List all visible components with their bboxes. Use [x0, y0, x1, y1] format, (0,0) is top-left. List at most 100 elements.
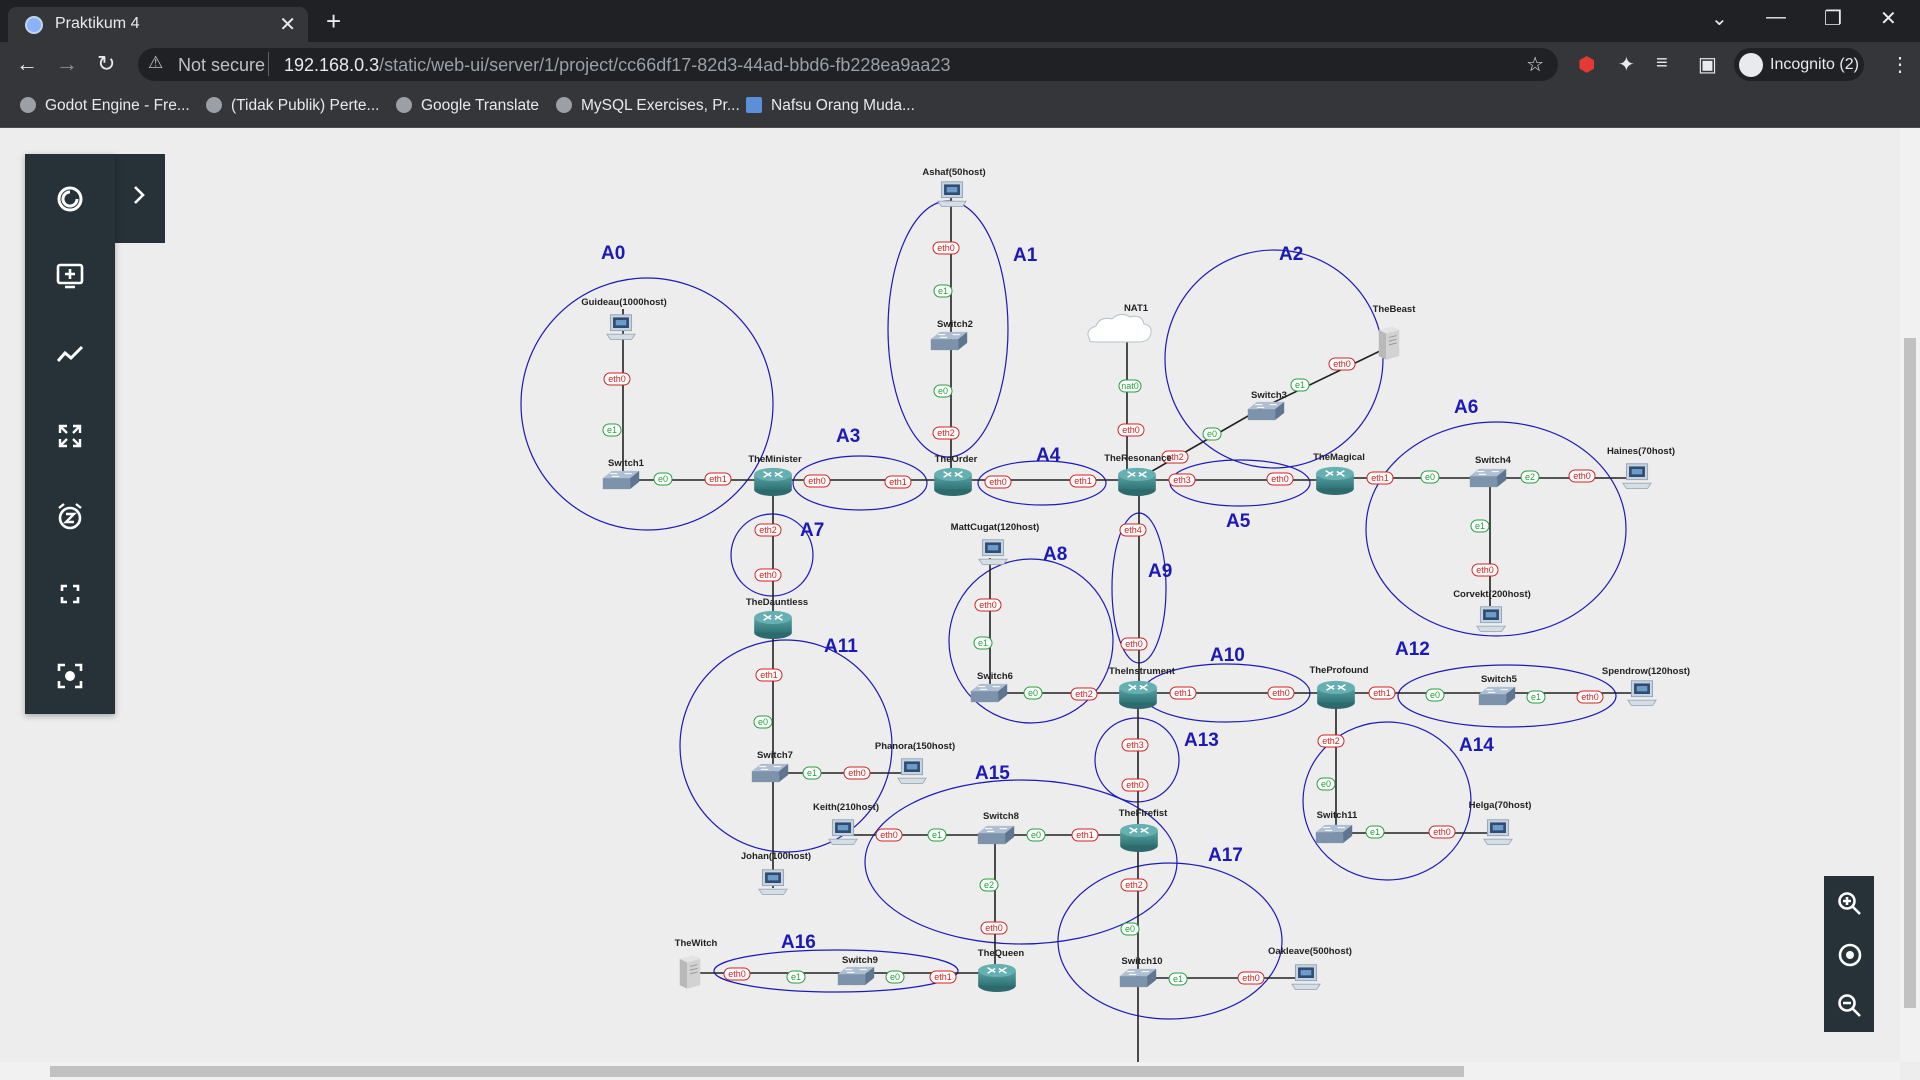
switch-node-switch9[interactable]: Switch9 [837, 955, 878, 986]
adblock-extension-icon[interactable]: ⬢ [1578, 52, 1595, 77]
screenshot-icon[interactable] [25, 646, 115, 706]
security-label[interactable]: Not secure [178, 55, 265, 76]
profile-label: Incognito (2) [1770, 56, 1859, 73]
pc-node-oakleave[interactable]: Oakleave(500host) [1268, 946, 1352, 990]
svg-text:eth1: eth1 [889, 477, 907, 487]
router-node-themagical[interactable]: TheMagical [1313, 452, 1365, 496]
svg-text:MattCugat(120host): MattCugat(120host) [951, 522, 1040, 533]
svg-text:eth1: eth1 [1373, 688, 1391, 698]
svg-text:Switch9: Switch9 [842, 955, 878, 966]
topology-canvas[interactable]: A0 A1 A2 A3 A4 A5 A6 A7 A8 A9 A10 A11 A1… [0, 128, 1900, 1062]
router-node-thequeen[interactable]: TheQueen [977, 948, 1025, 993]
area-label: A5 [1226, 511, 1251, 532]
switch-node-switch7[interactable]: Switch7 [751, 750, 793, 783]
bookmark-item[interactable]: (Tidak Publik) Perte... [206, 97, 379, 115]
router-node-theinstrument[interactable]: TheInstrument [1109, 666, 1176, 710]
svg-text:TheResonance: TheResonance [1104, 453, 1172, 464]
bookmark-item[interactable]: Google Translate [396, 97, 539, 115]
router-node-thedauntless[interactable]: TheDauntless [746, 597, 808, 640]
pc-node-helga[interactable]: Helga(70host) [1469, 800, 1532, 845]
bookmark-item[interactable]: Godot Engine - Fre... [20, 97, 190, 115]
new-tab-button[interactable]: + [326, 6, 341, 37]
svg-text:e0: e0 [1430, 690, 1440, 700]
horizontal-scrollbar[interactable] [0, 1062, 1900, 1080]
svg-text:eth2: eth2 [1125, 880, 1143, 890]
browser-menu-icon[interactable]: ⋮ [1890, 52, 1910, 77]
close-window-icon[interactable]: ✕ [1880, 6, 1897, 31]
svg-text:eth1: eth1 [760, 670, 778, 680]
zoom-in-icon[interactable] [1824, 880, 1874, 926]
side-panel-icon[interactable]: ▣ [1698, 52, 1717, 77]
switch-node-switch5[interactable]: Switch5 [1478, 674, 1518, 706]
svg-text:e1: e1 [607, 425, 617, 435]
restore-window-icon[interactable]: ❐ [1824, 6, 1842, 31]
server-node-thebeast[interactable]: TheBeast [1373, 304, 1417, 361]
switch-node-switch11[interactable]: Switch11 [1315, 810, 1358, 844]
forward-icon[interactable]: → [56, 51, 78, 77]
server-node-thewitch[interactable]: TheWitch [675, 938, 718, 990]
switch-node-switch8[interactable]: Switch8 [977, 811, 1019, 845]
pc-node-mattcugat[interactable]: MattCugat(120host) [951, 522, 1040, 565]
svg-text:eth1: eth1 [1074, 476, 1092, 486]
zoom-out-icon[interactable] [1824, 982, 1874, 1028]
pc-node-keith[interactable]: Keith(210host) [813, 802, 879, 845]
reset-zoom-icon[interactable] [1824, 931, 1874, 977]
switch-node-switch2[interactable]: Switch2 [930, 319, 973, 351]
router-node-theresonance[interactable]: TheResonance [1104, 453, 1172, 497]
pc-node-corvekt[interactable]: Corvekt(200host) [1453, 589, 1531, 632]
svg-text:TheInstrument: TheInstrument [1109, 666, 1176, 677]
switch-node-switch10[interactable]: Switch10 [1119, 956, 1163, 988]
pc-node-johan[interactable]: Johan(100host) [741, 851, 811, 895]
switch-node-switch4[interactable]: Switch4 [1469, 455, 1512, 488]
add-node-icon[interactable] [25, 246, 115, 306]
address-bar[interactable]: ⚠ Not secure 192.168.0.3/static/web-ui/s… [138, 48, 1558, 81]
incognito-profile-button[interactable]: Incognito (2) [1734, 48, 1864, 81]
reload-icon[interactable]: ↻ [97, 51, 115, 77]
switch-node-switch6[interactable]: Switch6 [970, 671, 1013, 703]
area-label: A6 [1454, 397, 1478, 418]
url-path: /static/web-ui/server/1/project/cc66df17… [379, 55, 951, 75]
pc-node-haines[interactable]: Haines(70host) [1607, 446, 1675, 489]
switch-node-switch1[interactable]: Switch1 [602, 458, 645, 490]
close-tab-icon[interactable]: ✕ [279, 12, 296, 37]
traffic-graph-icon[interactable] [25, 326, 115, 386]
svg-text:TheBeast: TheBeast [1373, 304, 1417, 315]
router-node-thefirefist[interactable]: TheFirefist [1119, 808, 1168, 853]
extensions-puzzle-icon[interactable]: ✦ [1618, 52, 1635, 77]
area-label: A2 [1279, 244, 1303, 265]
router-node-theorder[interactable]: TheOrder [933, 454, 978, 497]
minimize-window-icon[interactable]: — [1766, 6, 1786, 29]
fit-screen-icon[interactable] [25, 406, 115, 466]
router-node-theminister[interactable]: TheMinister [748, 454, 802, 497]
browser-tab[interactable]: Praktikum 4 ✕ [8, 7, 308, 42]
vertical-scroll-thumb[interactable] [1904, 338, 1916, 1008]
pc-node-ashaf[interactable]: Ashaf(50host) [922, 167, 986, 207]
vertical-scrollbar[interactable] [1900, 128, 1920, 1062]
svg-text:eth0: eth0 [1433, 827, 1451, 837]
back-icon[interactable]: ← [16, 51, 38, 77]
not-secure-warning-icon[interactable]: ⚠ [148, 53, 163, 73]
horizontal-scroll-thumb[interactable] [50, 1066, 1464, 1077]
bookmark-item[interactable]: MySQL Exercises, Pr... [556, 97, 740, 115]
cloud-node-nat1[interactable]: NAT1 [1087, 303, 1152, 343]
bookmark-star-icon[interactable]: ☆ [1526, 52, 1544, 77]
expand-chevron-icon[interactable] [114, 168, 164, 228]
svg-text:eth4: eth4 [1124, 525, 1142, 535]
svg-text:eth2: eth2 [1075, 689, 1093, 699]
pc-node-guideau[interactable]: Guideau(1000host) [581, 297, 667, 340]
reading-list-icon[interactable]: ≡ [1656, 52, 1668, 75]
gns3-logo-icon[interactable] [25, 168, 115, 228]
url-text[interactable]: 192.168.0.3/static/web-ui/server/1/proje… [284, 55, 950, 76]
svg-text:TheMagical: TheMagical [1313, 452, 1365, 463]
router-node-theprofound[interactable]: TheProfound [1309, 665, 1369, 710]
tab-search-chevron-icon[interactable]: ⌄ [1711, 6, 1728, 31]
svg-text:eth2: eth2 [1322, 736, 1340, 746]
svg-text:Switch10: Switch10 [1121, 956, 1162, 967]
bookmark-item[interactable]: Nafsu Orang Muda... [746, 97, 915, 115]
snooze-icon[interactable] [25, 486, 115, 546]
network-nodes: Ashaf(50host) Guideau(1000host) NAT1 The… [581, 167, 1690, 993]
svg-text:Haines(70host): Haines(70host) [1607, 446, 1675, 457]
fullscreen-icon[interactable] [25, 566, 115, 626]
switch-node-switch3[interactable]: Switch3 [1247, 390, 1287, 421]
svg-text:Switch11: Switch11 [1317, 810, 1358, 821]
